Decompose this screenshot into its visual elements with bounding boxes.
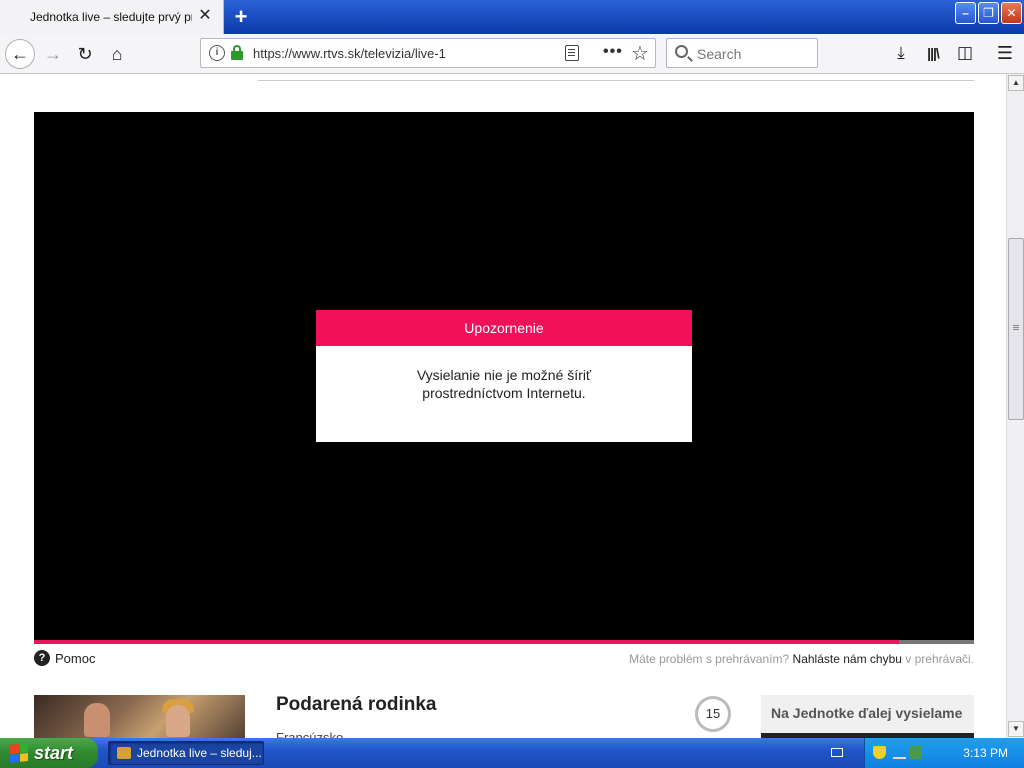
show-thumbnail[interactable] (34, 695, 245, 738)
forward-arrow-icon[interactable]: → (38, 39, 68, 69)
help-link[interactable]: ? Pomoc (34, 650, 95, 666)
search-placeholder: Search (697, 46, 742, 62)
reload-icon[interactable]: ↻ (70, 39, 100, 69)
sidebar-icon[interactable]: ◫ (952, 40, 978, 66)
close-tab-icon[interactable]: ✕ (197, 8, 213, 24)
taskbar-firefox-window[interactable]: Jednotka live – sleduj... (108, 741, 264, 765)
tab-title: Jednotka live – sledujte prvý program (30, 10, 192, 24)
divider (258, 80, 974, 81)
problem-prefix: Máte problém s prehrávaním? (629, 652, 790, 666)
dialog-message: Vysielanie nie je možné šíriť prostrední… (316, 346, 692, 402)
network-icon[interactable] (893, 746, 906, 759)
new-tab-button[interactable]: + (228, 4, 254, 30)
close-window-button[interactable]: ✕ (1001, 2, 1022, 24)
clock: 3:13 PM (963, 746, 1008, 760)
url-text[interactable]: https://www.rtvs.sk/televizia/live-1 (253, 46, 446, 61)
show-title[interactable]: Podarená rodinka (276, 694, 437, 716)
lock-icon (231, 45, 243, 61)
search-icon (675, 45, 688, 58)
url-bar[interactable]: i https://www.rtvs.sk/televizia/live-1 •… (200, 38, 656, 68)
navigation-toolbar: ← → ↻ ⌂ i https://www.rtvs.sk/televizia/… (0, 34, 1024, 74)
report-problem-text: Máte problém s prehrávaním? Nahláste nám… (629, 652, 974, 666)
report-bug-link[interactable]: Nahláste nám chybu (793, 652, 902, 666)
progress-fill (34, 640, 899, 644)
firefox-icon (117, 747, 131, 759)
info-icon[interactable]: i (209, 45, 225, 61)
task-item-label: Jednotka live – sleduj... (137, 746, 262, 760)
dialog-message-line2: prostredníctvom Internetu. (422, 385, 586, 401)
window-controls: – ❐ ✕ (955, 2, 1022, 24)
tab-bar: Jednotka live – sledujte prvý program ✕ … (0, 0, 1024, 34)
age-rating-badge: 15 (695, 696, 731, 732)
back-arrow-icon[interactable]: ← (5, 39, 35, 69)
progress-bar[interactable] (34, 640, 974, 644)
security-shield-icon[interactable] (873, 746, 886, 759)
next-on-channel-heading: Na Jednotke ďalej vysielame (761, 695, 974, 733)
vertical-scrollbar[interactable]: ▲ ▼ (1006, 74, 1024, 738)
library-icon[interactable]: |||\ (920, 40, 946, 66)
scroll-down-icon[interactable]: ▼ (1008, 721, 1024, 737)
reader-view-icon[interactable] (565, 45, 579, 61)
start-label: start (34, 742, 74, 763)
download-icon[interactable]: ⤓ (888, 40, 914, 66)
bookmark-star-icon[interactable]: ☆ (631, 41, 649, 66)
more-actions-icon[interactable]: ••• (603, 43, 623, 61)
taskbar: start Jednotka live – sleduj... 3:13 PM (0, 738, 1024, 768)
scroll-thumb[interactable] (1008, 238, 1024, 420)
page-content: Upozornenie Vysielanie nie je možné šíri… (0, 74, 1006, 738)
minimize-button[interactable]: – (955, 2, 976, 24)
restore-button[interactable]: ❐ (978, 2, 999, 24)
search-input[interactable]: Search (666, 38, 818, 68)
hamburger-menu-icon[interactable]: ☰ (992, 40, 1018, 66)
show-country: Francúzsko (276, 730, 344, 738)
connection-icon[interactable] (909, 746, 922, 759)
video-player[interactable]: Upozornenie Vysielanie nie je možné šíri… (34, 112, 974, 644)
warning-dialog: Upozornenie Vysielanie nie je možné šíri… (316, 310, 692, 442)
dialog-message-line1: Vysielanie nie je možné šíriť (416, 367, 592, 383)
keyboard-icon[interactable] (831, 748, 843, 757)
help-label: Pomoc (55, 650, 96, 666)
system-tray: 3:13 PM (831, 738, 1024, 768)
windows-logo-icon (10, 743, 28, 763)
problem-suffix: v prehrávači. (905, 652, 974, 666)
question-icon: ? (34, 650, 50, 666)
home-icon[interactable]: ⌂ (102, 39, 132, 69)
dialog-title: Upozornenie (316, 310, 692, 346)
scroll-up-icon[interactable]: ▲ (1008, 75, 1024, 91)
browser-tab[interactable]: Jednotka live – sledujte prvý program ✕ (0, 0, 224, 34)
start-button[interactable]: start (0, 738, 98, 768)
